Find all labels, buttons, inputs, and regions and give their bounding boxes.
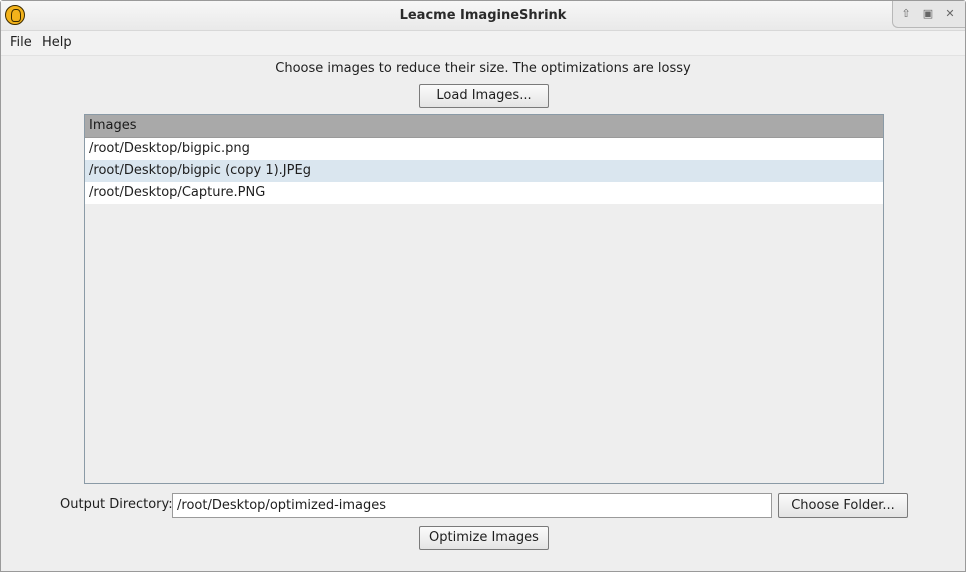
app-window: Leacme ImagineShrink ⇧ ▣ ✕ File Help Cho… — [0, 0, 966, 572]
list-rows: /root/Desktop/bigpic.png /root/Desktop/b… — [85, 138, 883, 204]
close-icon[interactable]: ✕ — [943, 7, 957, 21]
list-item-path: /root/Desktop/bigpic (copy 1).JPEg — [89, 163, 311, 178]
list-item[interactable]: /root/Desktop/bigpic (copy 1).JPEg — [85, 160, 883, 182]
output-directory-field[interactable] — [172, 493, 772, 518]
menu-file[interactable]: File — [10, 35, 32, 50]
maximize-icon[interactable]: ▣ — [921, 7, 935, 21]
list-item-path: /root/Desktop/bigpic.png — [89, 141, 250, 156]
shade-up-icon[interactable]: ⇧ — [899, 7, 913, 21]
optimize-images-button[interactable]: Optimize Images — [419, 526, 549, 550]
list-item[interactable]: /root/Desktop/bigpic.png — [85, 138, 883, 160]
window-controls: ⇧ ▣ ✕ — [892, 1, 965, 28]
images-list[interactable]: Images /root/Desktop/bigpic.png /root/De… — [84, 114, 884, 484]
menu-help[interactable]: Help — [42, 35, 72, 50]
list-item-path: /root/Desktop/Capture.PNG — [89, 185, 266, 200]
menu-bar: File Help — [1, 31, 965, 56]
title-bar[interactable]: Leacme ImagineShrink ⇧ ▣ ✕ — [1, 1, 965, 31]
instructions-text: Choose images to reduce their size. The … — [275, 61, 691, 76]
choose-folder-button[interactable]: Choose Folder... — [778, 493, 908, 518]
output-directory-label: Output Directory: — [60, 497, 173, 512]
load-images-button[interactable]: Load Images... — [419, 84, 549, 108]
list-item[interactable]: /root/Desktop/Capture.PNG — [85, 182, 883, 204]
column-header-images: Images — [89, 118, 137, 133]
list-column-header[interactable]: Images — [85, 115, 883, 138]
window-title: Leacme ImagineShrink — [399, 8, 567, 23]
